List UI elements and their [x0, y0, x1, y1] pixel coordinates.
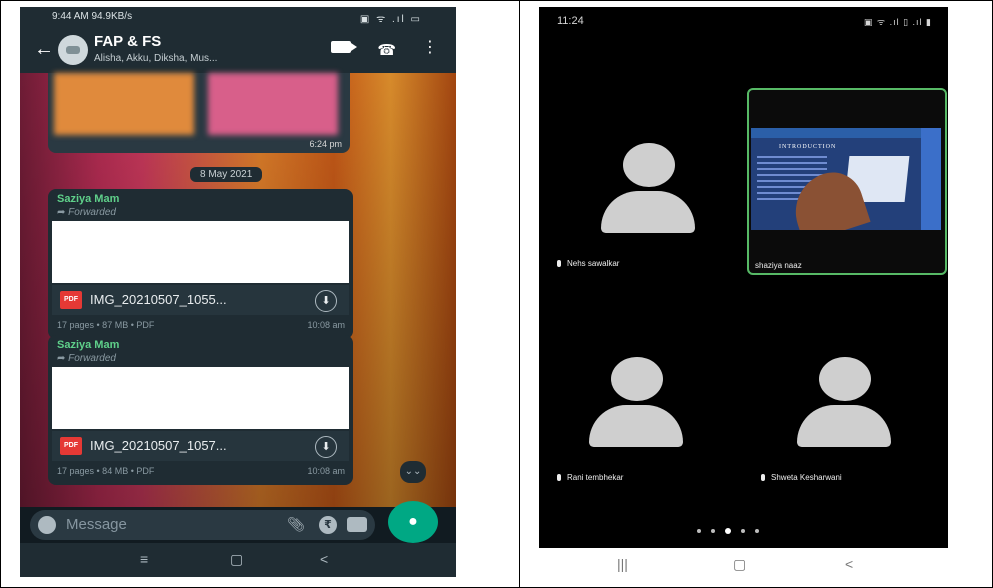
message-time: 10:08 am	[307, 320, 345, 330]
status-clock: 9:44 AM	[52, 11, 89, 22]
image-message[interactable]: 6:24 pm	[48, 73, 350, 153]
status-time: 11:24	[557, 15, 584, 27]
blurred-image-right	[208, 73, 338, 135]
back-icon[interactable]: <	[845, 556, 853, 572]
chat-title[interactable]: FAP & FS	[94, 33, 161, 50]
participant-name: Nehs sawalkar	[557, 259, 619, 268]
status-time: 9:44 AM 94.9KB/s	[52, 11, 132, 22]
meet-screenshot: 11:24 ▣ ᯤ .ıl ▯ .ıl ▮ Nehs sawalkar INTR…	[539, 7, 948, 582]
page-dot[interactable]	[697, 529, 701, 533]
forwarded-label: ➦ Forwarded	[57, 207, 116, 218]
avatar-icon	[623, 143, 675, 187]
forwarded-label: ➦ Forwarded	[57, 353, 116, 364]
avatar-body	[797, 405, 891, 447]
background-wall	[921, 128, 941, 230]
attach-icon[interactable]: 📎︎	[287, 516, 305, 533]
participant-name: Shweta Kesharwani	[761, 473, 842, 482]
forwarded-text: Forwarded	[68, 353, 116, 364]
android-nav-bar: ||| ▢ <	[539, 548, 948, 582]
status-bar: 11:24 ▣ ᯤ .ıl ▯ .ıl ▮	[539, 7, 948, 31]
slide-title: INTRODUCTION	[779, 144, 837, 150]
recents-icon[interactable]: |||	[617, 556, 628, 572]
video-call-icon[interactable]	[331, 41, 358, 53]
group-avatar[interactable]	[58, 35, 88, 65]
message-input[interactable]: Message 📎︎ ₹	[30, 510, 375, 540]
document-meta: 17 pages • 84 MB • PDF	[57, 466, 155, 476]
avatar-body	[589, 405, 683, 447]
status-bar: 9:44 AM 94.9KB/s ▣ ᯤ .ıl ▭	[20, 7, 456, 27]
blurred-image-left	[54, 73, 194, 135]
voice-call-icon[interactable]: ☎	[377, 41, 396, 59]
column-divider	[519, 0, 520, 588]
camera-icon[interactable]	[347, 517, 367, 532]
document-meta: 17 pages • 87 MB • PDF	[57, 320, 155, 330]
document-message[interactable]: Saziya Mam ➦ Forwarded PDF IMG_20210507_…	[48, 335, 353, 485]
more-options-icon[interactable]: ⋮	[422, 40, 438, 59]
status-icons: ▣ ᯤ .ıl ▭	[359, 14, 422, 25]
document-preview[interactable]	[52, 221, 349, 283]
participant-name: shaziya naaz	[755, 261, 802, 270]
chat-members[interactable]: Alisha, Akku, Diksha, Mus...	[94, 53, 217, 64]
message-time: 6:24 pm	[309, 139, 342, 149]
page-dot[interactable]	[711, 529, 715, 533]
date-separator: 8 May 2021	[190, 167, 263, 182]
mic-icon	[761, 474, 765, 481]
sender-name: Saziya Mam	[57, 339, 120, 351]
message-placeholder: Message	[66, 516, 127, 533]
status-speed: 94.9KB/s	[91, 11, 133, 22]
whatsapp-screenshot: 9:44 AM 94.9KB/s ▣ ᯤ .ıl ▭ ← FAP & FS Al…	[20, 7, 456, 577]
home-icon[interactable]: ▢	[733, 556, 746, 573]
active-speaker-tile[interactable]: INTRODUCTION shaziya naaz	[747, 88, 947, 275]
document-message[interactable]: Saziya Mam ➦ Forwarded PDF IMG_20210507_…	[48, 189, 353, 339]
mic-icon	[557, 474, 561, 481]
participant-name: Rani tembhekar	[557, 473, 623, 482]
document-file-row[interactable]: PDF IMG_20210507_1057... ⬇	[52, 431, 349, 461]
download-icon[interactable]: ⬇	[315, 290, 337, 312]
home-icon[interactable]: ▢	[230, 551, 243, 568]
pdf-icon: PDF	[60, 291, 82, 309]
shared-video-feed: INTRODUCTION	[751, 128, 941, 230]
back-icon[interactable]: <	[320, 551, 328, 567]
page-dot[interactable]	[741, 529, 745, 533]
sender-name: Saziya Mam	[57, 193, 120, 205]
forwarded-text: Forwarded	[68, 207, 116, 218]
pdf-icon: PDF	[60, 437, 82, 455]
status-icons: ▣ ᯤ .ıl ▯ .ıl ▮	[863, 17, 932, 27]
chat-header: ← FAP & FS Alisha, Akku, Diksha, Mus... …	[20, 27, 456, 73]
participant-name-text: Nehs sawalkar	[567, 259, 620, 268]
payment-icon[interactable]: ₹	[319, 516, 337, 534]
slide-band	[751, 128, 941, 138]
back-arrow-icon[interactable]: ←	[34, 39, 54, 59]
android-nav-bar: ≡ ▢ <	[20, 543, 456, 577]
page-dot-active[interactable]	[725, 528, 731, 534]
download-icon[interactable]: ⬇	[315, 436, 337, 458]
mic-icon[interactable]: ●	[388, 501, 438, 543]
participant-name-text: Rani tembhekar	[567, 473, 624, 482]
message-time: 10:08 am	[307, 466, 345, 476]
message-composer: Message 📎︎ ₹ ●	[20, 501, 456, 543]
header-actions: ☎ ⋮	[331, 40, 438, 59]
participant-name-text: Shweta Kesharwani	[771, 473, 842, 482]
avatar-icon	[819, 357, 871, 401]
page-indicator[interactable]	[697, 528, 759, 534]
document-filename: IMG_20210507_1057...	[90, 438, 227, 453]
recents-icon[interactable]: ≡	[140, 551, 148, 567]
emoji-icon[interactable]	[38, 516, 56, 534]
mic-icon	[557, 260, 561, 267]
document-file-row[interactable]: PDF IMG_20210507_1055... ⬇	[52, 285, 349, 315]
scroll-down-icon[interactable]: ⌄⌄	[400, 461, 426, 483]
page-dot[interactable]	[755, 529, 759, 533]
chat-area[interactable]: 6:24 pm 8 May 2021 Saziya Mam ➦ Forwarde…	[20, 73, 456, 507]
document-preview[interactable]	[52, 367, 349, 429]
document-filename: IMG_20210507_1055...	[90, 292, 227, 307]
avatar-icon	[611, 357, 663, 401]
avatar-body	[601, 191, 695, 233]
